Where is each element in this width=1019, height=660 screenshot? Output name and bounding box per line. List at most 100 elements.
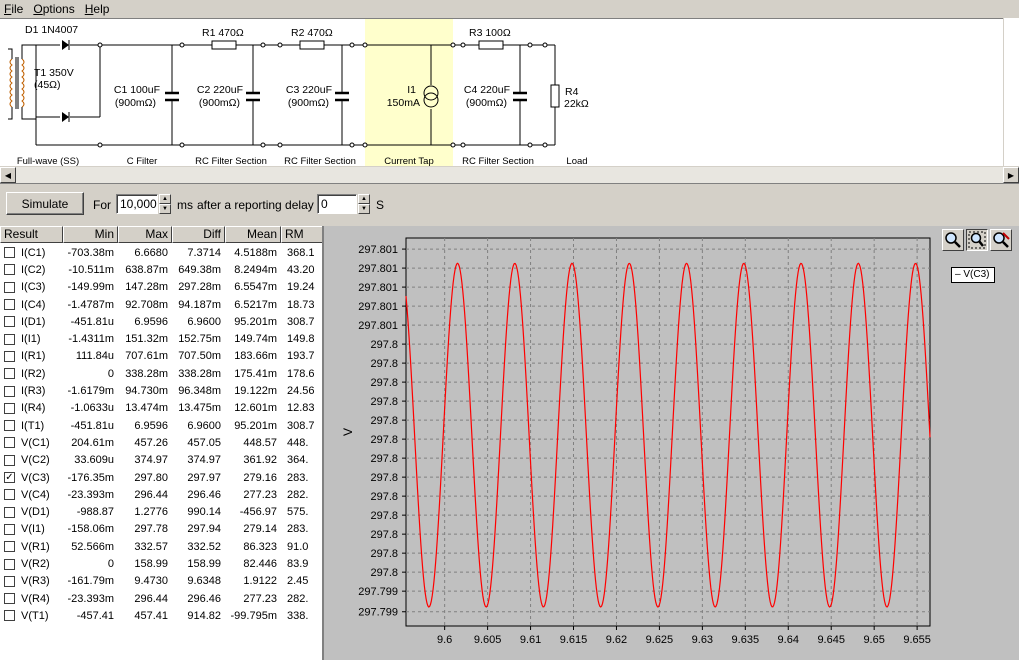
header-rms[interactable]: RM — [281, 226, 322, 243]
spin-up-icon[interactable]: ▲ — [159, 194, 171, 204]
table-row[interactable]: I(C4) -1.4787m 92.708m 94.187m 6.5217m 18.73 — [0, 296, 322, 313]
result-checkbox[interactable] — [4, 437, 15, 449]
y-tick-label: 297.8 — [370, 567, 398, 579]
menu-help[interactable]: Help — [81, 0, 114, 18]
cell-diff: 94.187m — [178, 298, 221, 311]
cell-rm: 282. — [287, 488, 309, 501]
result-checkbox[interactable] — [4, 264, 15, 276]
result-name: V(D1) — [21, 506, 50, 519]
table-row[interactable]: V(I1) -158.06m 297.78 297.94 279.14 283. — [0, 521, 322, 538]
result-checkbox[interactable] — [4, 281, 15, 293]
table-row[interactable]: V(C4) -23.393m 296.44 296.46 277.23 282. — [0, 486, 322, 503]
table-row[interactable]: V(R2) 0 158.99 158.99 82.446 83.9 — [0, 555, 322, 572]
result-name-cell: V(C2) — [0, 454, 63, 466]
table-row[interactable]: ✓ V(C3) -176.35m 297.80 297.97 279.16 283. — [0, 469, 322, 486]
label-c1: C1 100uF — [114, 84, 160, 96]
schematic-canvas[interactable]: D1 1N4007 T1 350V (45Ω) R1 470Ω R2 470Ω … — [0, 18, 1003, 167]
cell-rm: 308.7 — [287, 315, 315, 328]
header-result[interactable]: Result — [0, 226, 63, 243]
cell-mean: 279.14 — [243, 523, 277, 536]
result-name: I(R2) — [21, 367, 46, 380]
result-checkbox[interactable] — [4, 299, 15, 311]
result-checkbox[interactable] — [4, 420, 15, 432]
result-checkbox[interactable] — [4, 558, 15, 570]
table-row[interactable]: I(T1) -451.81u 6.9596 6.9600 95.201m 308.7 — [0, 417, 322, 434]
result-name-cell: V(R3) — [0, 575, 63, 587]
x-tick-label: 9.605 — [474, 634, 502, 646]
cell-max: 374.97 — [134, 454, 168, 467]
header-max[interactable]: Max — [118, 226, 172, 243]
cell-mean: 12.601m — [234, 402, 277, 415]
result-checkbox[interactable] — [4, 368, 15, 380]
table-row[interactable]: I(R4) -1.0633u 13.474m 13.475m 12.601m 12.83 — [0, 400, 322, 417]
table-row[interactable]: V(C1) 204.61m 457.26 457.05 448.57 448. — [0, 434, 322, 451]
result-checkbox[interactable] — [4, 454, 15, 466]
result-checkbox[interactable] — [4, 489, 15, 501]
header-min[interactable]: Min — [63, 226, 118, 243]
table-row[interactable]: I(D1) -451.81u 6.9596 6.9600 95.201m 308.7 — [0, 313, 322, 330]
spin-up-icon[interactable]: ▲ — [358, 194, 370, 204]
cell-rm: 43.20 — [287, 263, 315, 276]
result-checkbox[interactable]: ✓ — [4, 472, 15, 484]
scroll-right-button[interactable]: ▶ — [1003, 167, 1019, 183]
result-checkbox[interactable] — [4, 575, 15, 587]
cell-rm: 18.73 — [287, 298, 315, 311]
menu-file[interactable]: File — [0, 0, 27, 18]
schematic-horizontal-scrollbar[interactable]: ◀ ▶ — [0, 166, 1019, 183]
table-row[interactable]: I(R2) 0 338.28m 338.28m 175.41m 178.6 — [0, 365, 322, 382]
duration-spinner[interactable]: ▲ ▼ — [159, 194, 171, 214]
y-tick-label: 297.8 — [370, 453, 398, 465]
result-checkbox[interactable] — [4, 385, 15, 397]
table-row[interactable]: V(R1) 52.566m 332.57 332.52 86.323 91.0 — [0, 538, 322, 555]
result-name: I(I1) — [21, 333, 41, 346]
menu-options[interactable]: Options — [29, 0, 78, 18]
result-checkbox[interactable] — [4, 350, 15, 362]
label-c4: C4 220uF — [464, 84, 510, 96]
result-checkbox[interactable] — [4, 541, 15, 553]
schematic-vertical-scrollbar[interactable] — [1003, 18, 1019, 166]
table-row[interactable]: V(T1) -457.41 457.41 914.82 -99.795m 338. — [0, 607, 322, 624]
cell-max: 6.6680 — [134, 246, 168, 259]
cell-min: -451.81u — [70, 315, 114, 328]
results-header: Result Min Max Diff Mean RM — [0, 226, 322, 243]
arrow-left-icon: ◀ — [4, 170, 12, 180]
cell-min: -988.87 — [76, 506, 114, 519]
cell-min: -1.4787m — [67, 298, 114, 311]
table-row[interactable]: V(C2) 33.609u 374.97 374.97 361.92 364. — [0, 452, 322, 469]
header-mean[interactable]: Mean — [225, 226, 281, 243]
result-checkbox[interactable] — [4, 593, 15, 605]
delay-spinner[interactable]: ▲ ▼ — [358, 194, 370, 214]
table-row[interactable]: V(R3) -161.79m 9.4730 9.6348 1.9122 2.45 — [0, 573, 322, 590]
table-row[interactable]: I(R3) -1.6179m 94.730m 96.348m 19.122m 24.56 — [0, 382, 322, 399]
table-row[interactable]: I(I1) -1.4311m 151.32m 152.75m 149.74m 149.8 — [0, 331, 322, 348]
result-checkbox[interactable] — [4, 610, 15, 622]
x-tick-label: 9.65 — [863, 634, 884, 646]
cell-max: 332.57 — [134, 540, 168, 553]
result-checkbox[interactable] — [4, 523, 15, 535]
label-c2-esr: (900mΩ) — [199, 97, 240, 109]
cell-mean: 95.201m — [234, 419, 277, 432]
result-checkbox[interactable] — [4, 333, 15, 345]
result-name: V(C1) — [21, 436, 50, 449]
spin-down-icon[interactable]: ▼ — [358, 204, 370, 214]
result-checkbox[interactable] — [4, 247, 15, 259]
result-checkbox[interactable] — [4, 506, 15, 518]
result-checkbox[interactable] — [4, 316, 15, 328]
spin-down-icon[interactable]: ▼ — [159, 204, 171, 214]
simulate-button[interactable]: Simulate — [6, 192, 84, 215]
table-row[interactable]: I(C1) -703.38m 6.6680 7.3714 4.5188m 368.1 — [0, 244, 322, 261]
duration-input[interactable]: 10,000 — [116, 194, 158, 214]
delay-input[interactable]: 0 — [317, 194, 357, 214]
result-name: V(T1) — [21, 609, 49, 622]
cell-diff: 296.46 — [187, 488, 221, 501]
table-row[interactable]: I(C2) -10.511m 638.87m 649.38m 8.2494m 43.20 — [0, 261, 322, 278]
table-row[interactable]: I(C3) -149.99m 147.28m 297.28m 6.5547m 19.24 — [0, 279, 322, 296]
result-checkbox[interactable] — [4, 402, 15, 414]
header-diff[interactable]: Diff — [172, 226, 225, 243]
table-row[interactable]: V(D1) -988.87 1.2776 990.14 -456.97 575. — [0, 504, 322, 521]
table-row[interactable]: V(R4) -23.393m 296.44 296.46 277.23 282. — [0, 590, 322, 607]
scroll-left-button[interactable]: ◀ — [0, 167, 16, 183]
table-row[interactable]: I(R1) 111.84u 707.61m 707.50m 183.66m 193.7 — [0, 348, 322, 365]
waveform-chart[interactable]: 297.799 297.799 297.8 297.8 297.8 297.8 297.8 2… — [324, 226, 1019, 660]
cell-diff: 457.05 — [187, 436, 221, 449]
